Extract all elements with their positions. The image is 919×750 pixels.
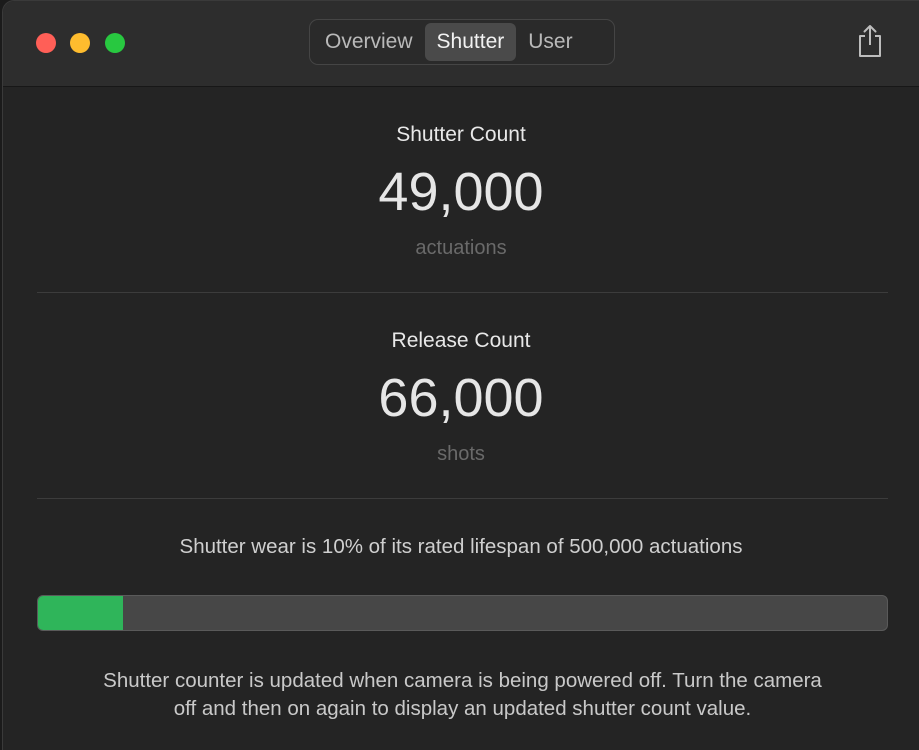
shutter-count-title: Shutter Count [396,123,526,146]
shutter-count-section: Shutter Count 49,000 actuations [3,121,919,263]
release-count-title: Release Count [391,329,531,352]
update-note: Shutter counter is updated when camera i… [33,667,892,723]
divider [37,292,888,293]
shutter-wear-progress-bar [37,595,888,631]
share-button[interactable] [855,23,885,59]
tab-user[interactable]: User [516,23,584,61]
update-note-line: Shutter counter is updated when camera i… [103,669,822,692]
shutter-count-value: 49,000 [378,162,544,222]
release-count-section: Release Count 66,000 shots [3,327,919,469]
app-window: Overview Shutter User Shutter Count 49,0… [2,0,919,750]
tab-shutter[interactable]: Shutter [424,23,517,61]
progress-fill [38,596,123,630]
release-count-unit: shots [437,443,485,465]
minimize-button[interactable] [70,33,90,53]
share-icon [859,25,881,57]
zoom-button[interactable] [105,33,125,53]
close-button[interactable] [36,33,56,53]
release-count-value: 66,000 [378,368,544,428]
tab-segmented-control: Overview Shutter User [309,19,615,65]
shutter-wear-text: Shutter wear is 10% of its rated lifespa… [179,535,743,558]
shutter-count-unit: actuations [415,237,507,259]
title-bar: Overview Shutter User [3,1,919,87]
divider [37,498,888,499]
tab-overview[interactable]: Overview [313,23,425,61]
shutter-panel: Shutter Count 49,000 actuations Release … [3,87,919,750]
update-note-line: off and then on again to display an upda… [173,697,752,720]
